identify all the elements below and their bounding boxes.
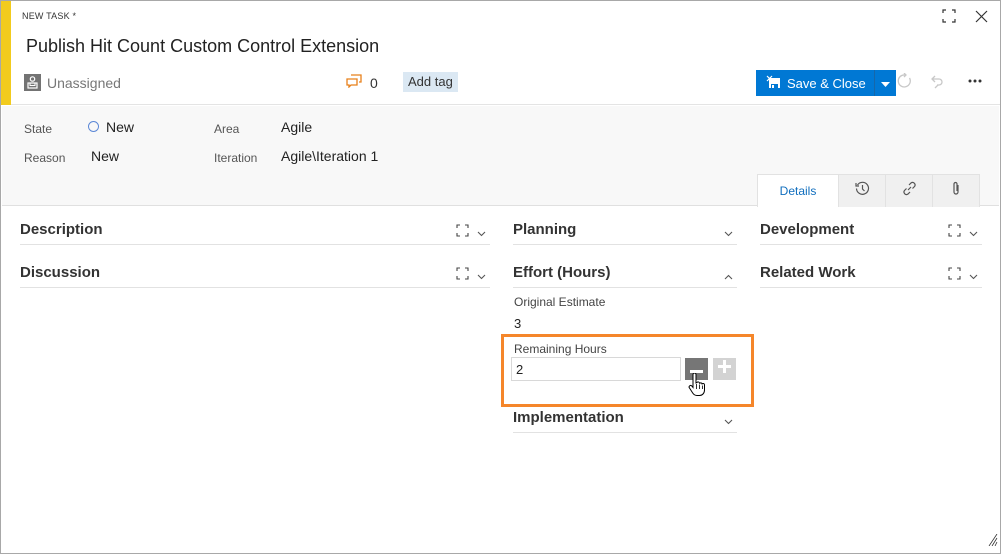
chevron-down-icon[interactable] <box>969 224 978 242</box>
maximize-icon[interactable] <box>456 267 469 285</box>
remaining-hours-label: Remaining Hours <box>514 342 607 356</box>
work-item-type-label: NEW TASK * <box>22 11 77 21</box>
section-implementation[interactable]: Implementation <box>513 403 737 433</box>
chevron-down-icon[interactable] <box>477 224 486 242</box>
chevron-down-icon[interactable] <box>477 267 486 285</box>
section-title: Related Work <box>760 264 856 281</box>
save-icon <box>766 75 781 92</box>
undo-icon[interactable] <box>928 72 946 90</box>
dropdown-arrow-icon <box>880 74 890 92</box>
window-controls <box>940 7 990 25</box>
state-label: State <box>24 122 53 136</box>
section-planning[interactable]: Planning <box>513 215 737 245</box>
save-and-close-label: Save & Close <box>787 75 866 91</box>
user-avatar-icon <box>24 74 41 91</box>
section-development[interactable]: Development <box>760 215 982 245</box>
section-title: Effort (Hours) <box>513 264 611 281</box>
section-effort[interactable]: Effort (Hours) <box>513 258 737 288</box>
section-controls <box>948 224 978 242</box>
section-controls <box>724 412 733 430</box>
history-icon <box>854 181 870 201</box>
assigned-to-value: Unassigned <box>47 74 121 91</box>
attachment-icon <box>950 181 962 201</box>
plus-icon <box>718 360 731 378</box>
hand-cursor-icon <box>688 372 706 402</box>
work-item-title[interactable]: Publish Hit Count Custom Control Extensi… <box>26 36 379 57</box>
section-title: Discussion <box>20 264 101 281</box>
section-controls <box>724 224 733 242</box>
section-title: Implementation <box>513 409 624 426</box>
save-and-close-button[interactable]: Save & Close <box>756 70 896 96</box>
chevron-down-icon[interactable] <box>969 267 978 285</box>
increment-button[interactable] <box>713 358 736 380</box>
work-item-dialog: NEW TASK * Publish Hit Count Custom Cont… <box>0 0 1001 554</box>
work-item-type-color-bar <box>1 1 11 105</box>
toolbar-actions <box>896 72 984 90</box>
chevron-up-icon[interactable] <box>724 267 733 285</box>
add-tag-button[interactable]: Add tag <box>403 72 458 92</box>
work-item-tabs: Details <box>757 174 980 207</box>
maximize-icon[interactable] <box>948 224 961 242</box>
section-description[interactable]: Description <box>20 215 490 245</box>
state-value[interactable]: New <box>106 119 134 135</box>
tab-history[interactable] <box>838 174 886 207</box>
iteration-value[interactable]: Agile\Iteration 1 <box>281 148 378 164</box>
refresh-icon[interactable] <box>896 72 914 90</box>
section-controls <box>456 224 486 242</box>
comments-counter[interactable]: 0 <box>346 74 378 91</box>
area-value[interactable]: Agile <box>281 119 312 135</box>
more-actions-icon[interactable] <box>966 72 984 90</box>
tab-attachments[interactable] <box>932 174 980 207</box>
section-controls <box>724 267 733 285</box>
area-label: Area <box>214 122 240 136</box>
assigned-to-field[interactable]: Unassigned <box>24 74 121 91</box>
original-estimate-value[interactable]: 3 <box>514 316 521 331</box>
state-indicator-icon <box>88 121 99 132</box>
section-controls <box>948 267 978 285</box>
tab-links[interactable] <box>885 174 933 207</box>
section-title: Description <box>20 221 103 238</box>
close-icon[interactable] <box>972 7 990 25</box>
chevron-down-icon[interactable] <box>724 412 733 430</box>
section-discussion[interactable]: Discussion <box>20 258 490 288</box>
reason-value[interactable]: New <box>91 148 119 164</box>
links-icon <box>902 181 917 201</box>
work-item-header: NEW TASK * Publish Hit Count Custom Cont… <box>11 1 1000 105</box>
comment-count: 0 <box>370 74 378 91</box>
section-title: Development <box>760 221 855 238</box>
iteration-label: Iteration <box>214 151 258 165</box>
save-options-dropdown[interactable] <box>873 70 896 96</box>
reason-label: Reason <box>24 151 66 165</box>
section-controls <box>456 267 486 285</box>
section-related-work[interactable]: Related Work <box>760 258 982 288</box>
fullscreen-icon[interactable] <box>940 7 958 25</box>
maximize-icon[interactable] <box>456 224 469 242</box>
tab-details[interactable]: Details <box>757 174 839 207</box>
section-title: Planning <box>513 221 577 238</box>
original-estimate-label: Original Estimate <box>514 295 606 309</box>
remaining-hours-input[interactable] <box>511 357 681 381</box>
resize-grip-icon[interactable] <box>988 533 998 551</box>
maximize-icon[interactable] <box>948 267 961 285</box>
comments-icon <box>346 74 362 91</box>
chevron-down-icon[interactable] <box>724 224 733 242</box>
save-and-close-main[interactable]: Save & Close <box>756 70 874 96</box>
